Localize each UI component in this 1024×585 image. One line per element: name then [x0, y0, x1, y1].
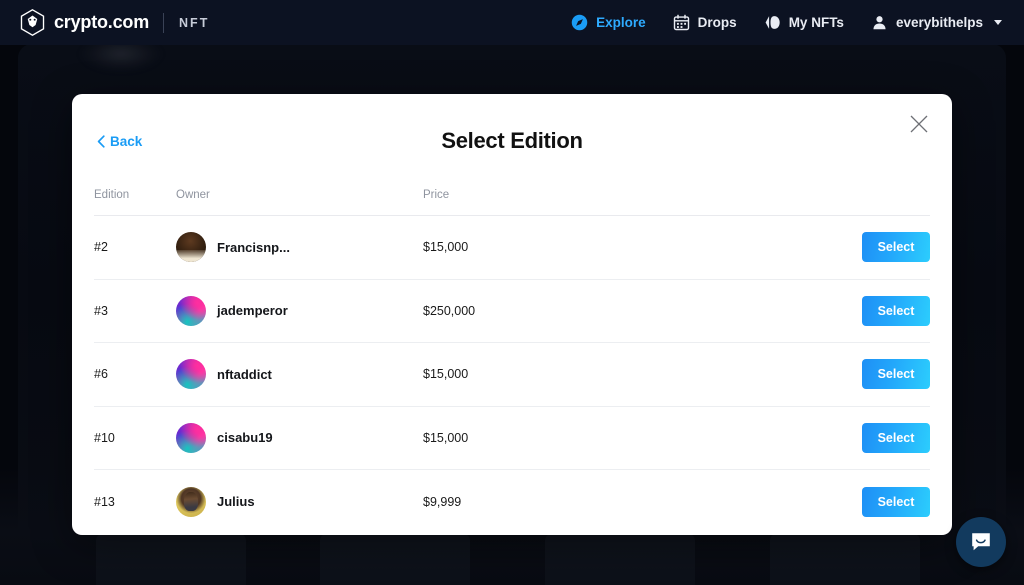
column-header-price: Price	[423, 188, 450, 201]
compass-icon	[571, 14, 588, 31]
chat-widget-button[interactable]	[956, 517, 1006, 567]
column-header-owner: Owner	[176, 188, 210, 201]
cell-edition: #2	[94, 240, 108, 255]
background-card	[770, 533, 920, 585]
cell-owner: nftaddict	[176, 359, 423, 390]
cell-price: $15,000	[423, 367, 469, 382]
cell-owner: cisabu19	[176, 422, 423, 453]
chat-bubble-icon	[972, 533, 990, 551]
table-row[interactable]: #10 cisabu19 $15,000 Select	[94, 407, 930, 470]
cell-edition: #10	[94, 430, 115, 445]
cell-edition: #3	[94, 303, 108, 318]
owner-name: Francisnp...	[217, 239, 290, 255]
select-button[interactable]: Select	[862, 232, 930, 263]
table-row[interactable]: #6 nftaddict $15,000 Select	[94, 343, 930, 407]
table-header-row: Edition Owner Price	[94, 188, 930, 216]
select-button[interactable]: Select	[862, 422, 930, 453]
nav-links: Explore Drops My NFTs everybithelps	[571, 14, 1002, 31]
nav-item-label: Explore	[596, 15, 646, 30]
select-button[interactable]: Select	[862, 295, 930, 326]
avatar	[176, 295, 206, 326]
select-button[interactable]: Select	[862, 486, 930, 517]
cell-action: Select	[862, 486, 930, 517]
person-icon	[873, 16, 886, 30]
owner-name: Julius	[217, 494, 255, 510]
brand-name: crypto.com	[54, 12, 150, 32]
table-row[interactable]: #3 jademperor $250,000 Select	[94, 280, 930, 343]
owner-name: jademperor	[217, 303, 288, 319]
owner-name: cisabu19	[217, 430, 273, 446]
cell-owner: jademperor	[176, 295, 423, 326]
table-row[interactable]: #13 Julius $9,999 Select	[94, 470, 930, 534]
cell-action: Select	[862, 232, 930, 263]
cell-edition: #13	[94, 494, 115, 509]
top-navigation-bar: crypto.com NFT Explore Drops My NFTs eve…	[0, 0, 1024, 45]
brand-logo-link[interactable]: crypto.com	[20, 9, 149, 36]
cell-price: $15,000	[423, 430, 469, 445]
nav-item-label: Drops	[697, 15, 737, 30]
cell-edition: #6	[94, 367, 108, 382]
nav-item-explore[interactable]: Explore	[571, 14, 646, 31]
modal-header: Back Select Edition	[72, 94, 952, 190]
cell-action: Select	[862, 359, 930, 390]
background-card	[320, 533, 470, 585]
cell-price: $9,999	[423, 494, 462, 509]
brand-divider	[163, 12, 165, 33]
cell-action: Select	[862, 295, 930, 326]
avatar	[176, 232, 206, 263]
select-button[interactable]: Select	[862, 359, 930, 390]
cell-owner: Julius	[176, 486, 423, 517]
avatar	[176, 486, 206, 517]
owner-name: nftaddict	[217, 366, 272, 382]
nav-item-label: My NFTs	[788, 15, 844, 30]
nav-item-my-nfts[interactable]: My NFTs	[764, 14, 844, 31]
table-row[interactable]: #2 Francisnp... $15,000 Select	[94, 216, 930, 280]
background-card	[96, 533, 246, 585]
close-icon[interactable]	[908, 113, 930, 135]
column-header-edition: Edition	[94, 188, 130, 201]
user-menu-label: everybithelps	[895, 15, 983, 30]
avatar	[176, 359, 206, 390]
crypto-com-logo-icon	[20, 9, 45, 36]
cell-owner: Francisnp...	[176, 232, 423, 263]
select-edition-modal: Back Select Edition Edition Owner Price …	[72, 94, 952, 535]
modal-title: Select Edition	[441, 128, 583, 153]
cell-price: $15,000	[423, 240, 469, 255]
chevron-down-icon	[994, 20, 1002, 25]
editions-table: Edition Owner Price #2 Francisnp... $15,…	[72, 188, 952, 534]
background-card	[545, 533, 695, 585]
nav-item-drops[interactable]: Drops	[673, 14, 737, 31]
brand-subtitle: NFT	[179, 15, 210, 30]
cell-action: Select	[862, 422, 930, 453]
cards-icon	[765, 16, 780, 29]
calendar-icon	[673, 14, 689, 31]
avatar	[176, 422, 206, 453]
cell-price: $250,000	[423, 303, 476, 318]
user-menu[interactable]: everybithelps	[871, 14, 1002, 31]
